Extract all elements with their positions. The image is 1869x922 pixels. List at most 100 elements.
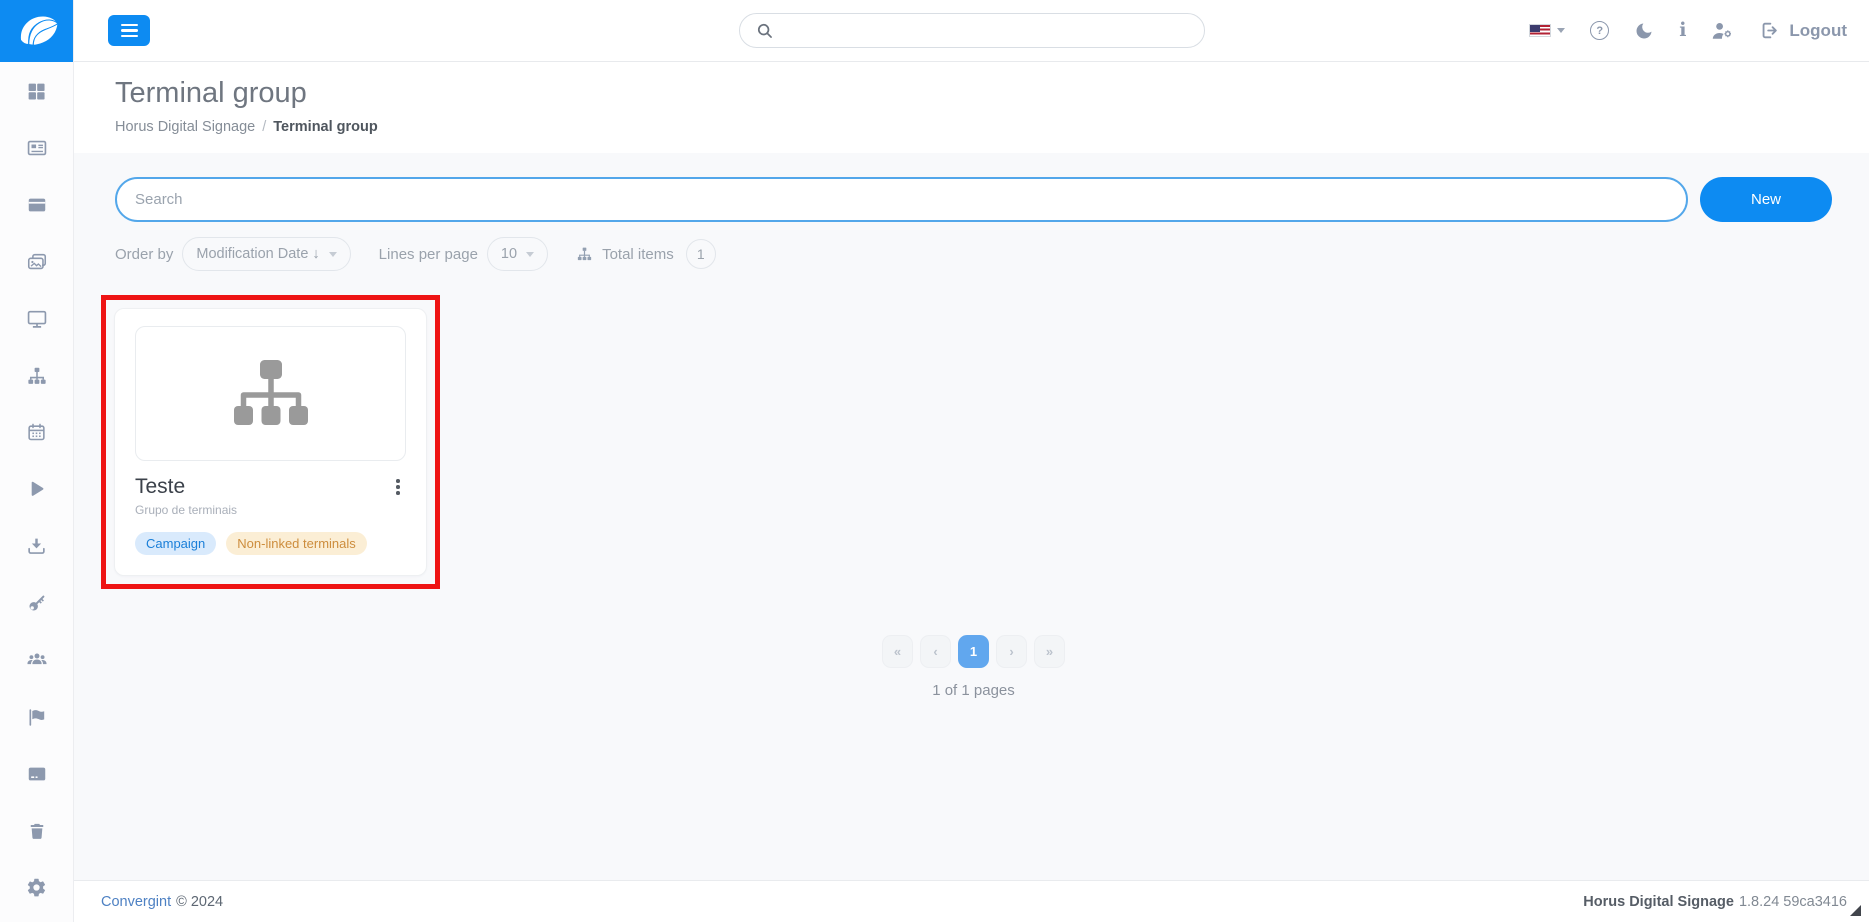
logout-icon	[1763, 22, 1778, 39]
users-icon	[26, 653, 47, 665]
topbar: ? i Logout	[74, 0, 1869, 62]
topbar-search	[738, 13, 1205, 48]
search-input[interactable]	[115, 177, 1688, 222]
menu-toggle-button[interactable]	[108, 15, 150, 46]
caret-down-icon	[526, 251, 535, 257]
breadcrumb-home-link[interactable]: Horus Digital Signage	[115, 119, 255, 135]
lines-per-page-label: Lines per page	[378, 245, 478, 263]
pagination-buttons: « ‹ 1 › »	[882, 635, 1065, 668]
sidebar-item-users[interactable]	[16, 644, 58, 676]
main-column: ? i Logout Terminal group Horus Digital …	[74, 0, 1869, 922]
filters-row: Order by Modification Date ↓ Lines per p…	[115, 237, 1832, 271]
non-linked-terminals-badge: Non-linked terminals	[226, 532, 367, 555]
footer-left: Convergint © 2024	[101, 894, 223, 910]
product-name: Horus Digital Signage	[1583, 893, 1734, 910]
logout-label: Logout	[1789, 20, 1847, 40]
logout-button[interactable]: Logout	[1759, 20, 1847, 41]
page-header: Terminal group Horus Digital Signage / T…	[74, 62, 1869, 153]
card-icon	[28, 767, 45, 781]
card-title: Teste	[135, 475, 186, 498]
key-icon	[29, 595, 45, 611]
topbar-actions: ? i Logout	[1529, 20, 1847, 41]
flag-icon	[29, 708, 45, 726]
sidebar-item-media[interactable]	[16, 246, 58, 278]
order-by-label: Order by	[115, 245, 174, 263]
sidebar-item-flags[interactable]	[16, 701, 58, 733]
new-button[interactable]: New	[1700, 177, 1832, 222]
app-logo	[0, 0, 73, 62]
help-button[interactable]: ?	[1590, 21, 1610, 40]
caret-down-icon	[1557, 28, 1566, 33]
sidebar-item-downloads[interactable]	[16, 530, 58, 562]
pagination: « ‹ 1 › » 1 of 1 pages	[115, 635, 1832, 699]
order-by-dropdown[interactable]: Modification Date ↓	[182, 237, 351, 271]
search-icon	[757, 23, 772, 38]
info-icon: i	[1679, 19, 1687, 41]
panel-icon	[28, 198, 45, 212]
total-items-label: Total items	[602, 245, 674, 263]
help-icon: ?	[1590, 21, 1610, 40]
footer: Convergint © 2024 Horus Digital Signage 1.…	[74, 880, 1869, 922]
sidebar-item-player[interactable]	[16, 473, 58, 505]
product-version: 1.8.24 59ca3416	[1738, 893, 1847, 910]
language-selector[interactable]	[1529, 24, 1566, 37]
cards-grid: Teste Grupo de terminais Campaign Non-li…	[101, 295, 1832, 589]
terminal-group-icon	[233, 359, 308, 425]
breadcrumb-separator: /	[262, 119, 267, 135]
sidebar-item-settings[interactable]	[16, 872, 58, 904]
list-toolbar: New	[115, 177, 1832, 222]
monitor-icon	[27, 310, 46, 328]
convergint-link[interactable]: Convergint	[101, 894, 171, 910]
card-thumbnail	[135, 326, 406, 461]
sidebar-item-terminal-group[interactable]	[16, 360, 58, 392]
page-1-button[interactable]: 1	[958, 635, 989, 668]
total-items-count: 1	[685, 239, 716, 269]
caret-down-icon	[328, 251, 337, 257]
sidebar-item-terminals[interactable]	[16, 303, 58, 335]
copyright-text: © 2024	[176, 893, 224, 910]
sidebar-item-cards[interactable]	[16, 758, 58, 790]
sidebar	[0, 0, 74, 922]
last-page-button[interactable]: »	[1034, 635, 1065, 668]
info-button[interactable]: i	[1679, 21, 1686, 40]
user-settings-icon	[1713, 23, 1732, 39]
sidebar-item-news[interactable]	[16, 132, 58, 164]
card-badges: Campaign Non-linked terminals	[135, 532, 406, 555]
breadcrumb: Horus Digital Signage / Terminal group	[115, 119, 1869, 135]
breadcrumb-current: Terminal group	[273, 119, 378, 135]
card-menu-button[interactable]	[390, 476, 406, 498]
content-area: New Order by Modification Date ↓ Lines p…	[74, 153, 1869, 880]
user-settings-button[interactable]	[1711, 20, 1734, 41]
sidebar-item-dashboard[interactable]	[16, 75, 58, 107]
sidebar-item-panel[interactable]	[16, 189, 58, 221]
sidebar-item-trash[interactable]	[16, 815, 58, 847]
card-subtitle: Grupo de terminais	[135, 503, 238, 517]
prev-page-button[interactable]: ‹	[920, 635, 951, 668]
news-icon	[27, 140, 46, 156]
media-icon	[27, 253, 46, 269]
settings-icon	[27, 879, 46, 897]
next-page-button[interactable]: ›	[996, 635, 1027, 668]
footer-right: Horus Digital Signage 1.8.24 59ca3416	[1583, 894, 1847, 910]
card-title-row: Teste	[135, 475, 406, 499]
red-annotation-box: Teste Grupo de terminais Campaign Non-li…	[101, 295, 440, 589]
dashboard-icon	[28, 83, 45, 100]
calendar-icon	[28, 423, 45, 441]
app-window: ? i Logout Terminal group Horus Digital …	[0, 0, 1869, 922]
moon-icon	[1636, 23, 1652, 38]
dark-mode-button[interactable]	[1634, 21, 1654, 41]
sidebar-nav	[0, 62, 73, 922]
first-page-button[interactable]: «	[882, 635, 913, 668]
lines-per-page-dropdown[interactable]: 10	[486, 237, 549, 271]
download-icon	[28, 538, 45, 554]
sidebar-item-calendar[interactable]	[16, 417, 58, 449]
trash-icon	[30, 823, 43, 839]
page-summary: 1 of 1 pages	[932, 682, 1015, 699]
terminal-group-card[interactable]: Teste Grupo de terminais Campaign Non-li…	[114, 308, 427, 576]
us-flag-icon	[1529, 24, 1552, 37]
campaign-badge: Campaign	[135, 532, 217, 555]
sidebar-item-keys[interactable]	[16, 587, 58, 619]
terminal-group-icon	[27, 367, 46, 384]
topbar-search-input[interactable]	[783, 22, 1189, 39]
falcon-logo-icon	[19, 15, 59, 46]
